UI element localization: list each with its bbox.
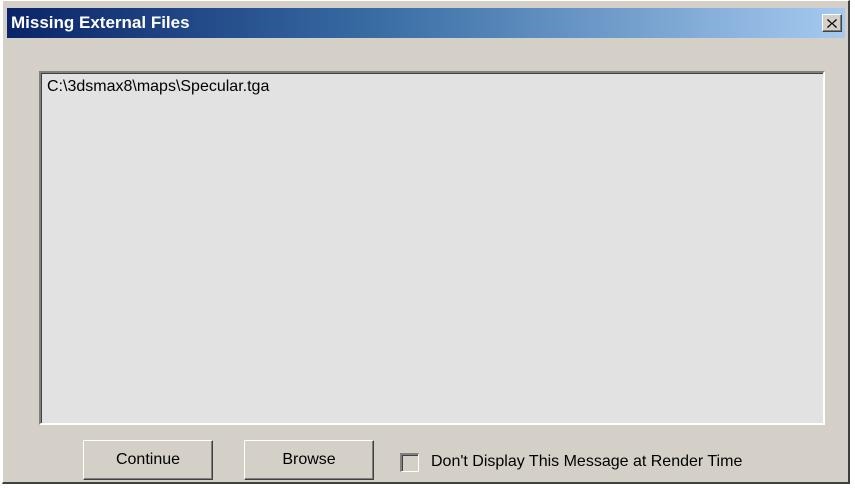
missing-files-dialog: Missing External Files C:\3dsmax8\maps\S… xyxy=(2,0,850,484)
window-title: Missing External Files xyxy=(11,13,190,32)
close-x-icon xyxy=(827,18,837,28)
dont-display-label[interactable]: Don't Display This Message at Render Tim… xyxy=(431,453,742,471)
browse-button[interactable]: Browse xyxy=(244,440,374,480)
dont-display-option[interactable]: Don't Display This Message at Render Tim… xyxy=(400,451,742,473)
missing-files-list[interactable]: C:\3dsmax8\maps\Specular.tga xyxy=(39,71,825,425)
close-button[interactable] xyxy=(822,14,842,32)
continue-button[interactable]: Continue xyxy=(83,440,213,480)
list-item[interactable]: C:\3dsmax8\maps\Specular.tga xyxy=(47,78,269,96)
title-bar[interactable]: Missing External Files xyxy=(7,8,845,38)
dont-display-checkbox[interactable] xyxy=(400,452,419,472)
